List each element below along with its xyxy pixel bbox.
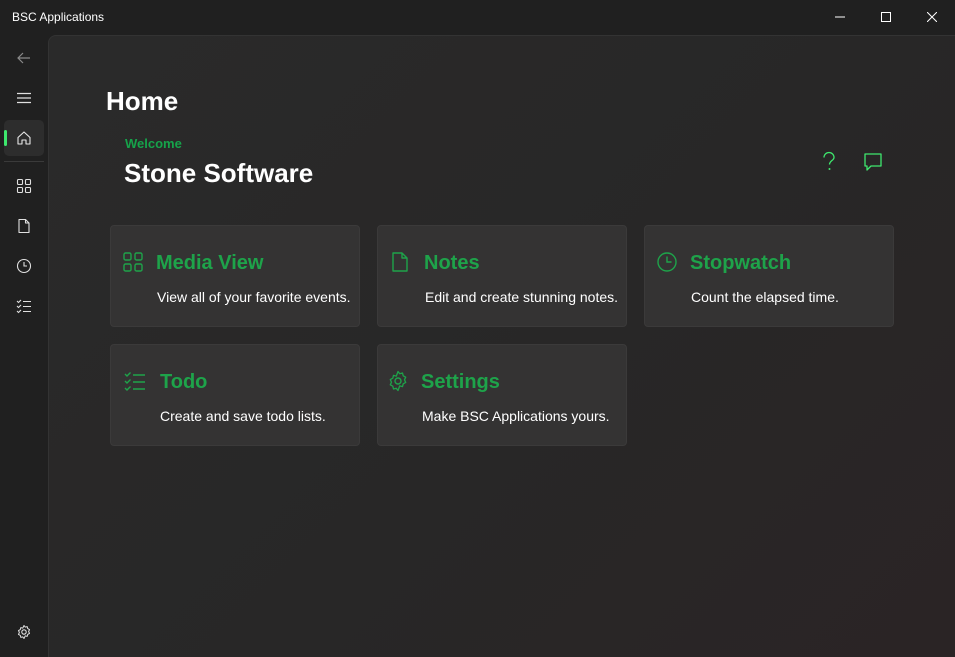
feedback-button[interactable] (857, 146, 889, 178)
minimize-button[interactable] (817, 0, 863, 34)
document-icon (18, 218, 30, 234)
grid-icon (123, 252, 143, 272)
back-arrow-icon (17, 52, 30, 64)
app-title: BSC Applications (12, 10, 105, 24)
selection-indicator (4, 130, 7, 146)
nav-divider (4, 161, 44, 162)
welcome-label: Welcome (125, 136, 182, 151)
home-icon (17, 131, 31, 145)
clock-icon (16, 258, 32, 274)
card-description: Count the elapsed time. (691, 289, 839, 305)
clock-icon (657, 252, 677, 272)
card-title: Media View (156, 252, 264, 274)
card-title: Stopwatch (690, 252, 792, 274)
settings-gear-icon (389, 370, 407, 392)
help-button[interactable] (813, 146, 845, 178)
close-button[interactable] (909, 0, 955, 34)
nav-item-notes[interactable] (4, 208, 44, 244)
question-mark-icon (823, 151, 835, 170)
card-description: Make BSC Applications yours. (422, 408, 610, 424)
minimize-icon (835, 16, 845, 18)
card-settings[interactable]: Settings Make BSC Applications yours. (377, 344, 627, 446)
hamburger-menu-icon (17, 92, 31, 104)
card-description: View all of your favorite events. (157, 289, 351, 305)
card-title: Notes (424, 252, 480, 274)
maximize-icon (881, 12, 891, 22)
navigation-pane (0, 34, 48, 656)
card-description: Create and save todo lists. (160, 408, 326, 424)
checklist-icon (124, 372, 145, 391)
content-area: Home Welcome Stone Software Media View V… (48, 35, 955, 657)
card-todo[interactable]: Todo Create and save todo lists. (110, 344, 360, 446)
settings-gear-icon (18, 625, 30, 639)
close-icon (927, 12, 937, 22)
feedback-chat-icon (864, 153, 882, 171)
back-button[interactable] (4, 40, 44, 76)
page-title: Home (106, 86, 179, 116)
company-name: Stone Software (124, 158, 314, 188)
card-notes[interactable]: Notes Edit and create stunning notes. (377, 225, 627, 327)
menu-toggle-button[interactable] (4, 80, 44, 116)
checklist-icon (16, 299, 31, 314)
nav-item-home[interactable] (4, 120, 44, 156)
nav-item-todo[interactable] (4, 288, 44, 324)
nav-item-media-view[interactable] (4, 168, 44, 204)
card-stopwatch[interactable]: Stopwatch Count the elapsed time. (644, 225, 894, 327)
nav-item-stopwatch[interactable] (4, 248, 44, 284)
card-description: Edit and create stunning notes. (425, 289, 619, 305)
card-title: Settings (421, 371, 500, 393)
document-icon (392, 252, 408, 272)
nav-item-settings[interactable] (4, 614, 44, 650)
card-media-view[interactable]: Media View View all of your favorite eve… (110, 225, 360, 327)
maximize-button[interactable] (863, 0, 909, 34)
grid-icon (16, 178, 32, 194)
card-title: Todo (160, 371, 208, 393)
title-bar: BSC Applications (0, 0, 955, 34)
